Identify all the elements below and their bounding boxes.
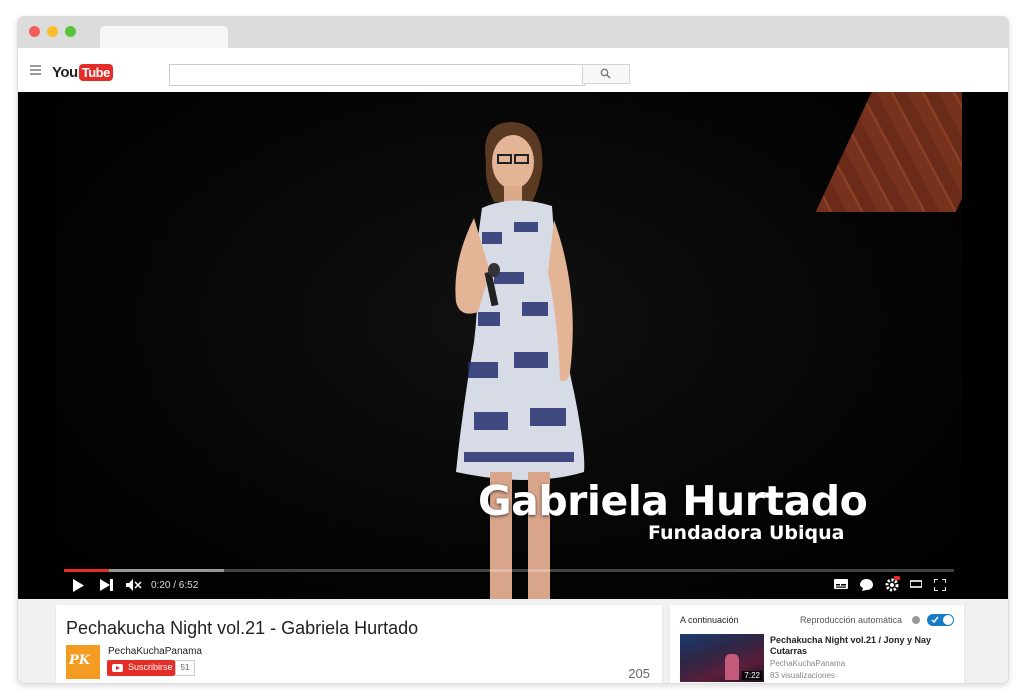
search-icon (600, 68, 611, 79)
subscribe-label: Suscribirse (128, 662, 173, 672)
hamburger-menu-icon[interactable] (30, 65, 41, 77)
video-frame[interactable]: Gabriela Hurtado Fundadora Ubiqua (56, 92, 962, 599)
browser-titlebar (18, 17, 1008, 48)
brick-wall-background (815, 92, 962, 212)
video-duration-badge: 7:22 (742, 671, 762, 680)
annotations-icon[interactable] (860, 579, 873, 591)
autoplay-toggle[interactable] (927, 614, 954, 626)
theater-mode-icon[interactable] (910, 579, 922, 589)
next-icon[interactable] (100, 579, 114, 591)
youtube-play-icon (112, 664, 123, 672)
next-video-thumbnail[interactable]: 7:22 (680, 634, 764, 682)
check-icon (931, 616, 939, 624)
next-video-channel: PechaKuchaPanama (770, 659, 846, 668)
channel-avatar[interactable]: PK (66, 645, 100, 679)
autoplay-label: Reproducción automática (800, 615, 903, 625)
minimize-window-button[interactable] (47, 26, 58, 37)
search-button[interactable] (582, 64, 630, 84)
youtube-header: You Tube (18, 48, 1008, 93)
view-count: 205 (628, 666, 650, 681)
fullscreen-icon[interactable] (934, 579, 946, 591)
thumbnail-figure (725, 654, 739, 680)
video-player[interactable]: Gabriela Hurtado Fundadora Ubiqua 0:20 /… (18, 92, 1008, 599)
close-window-button[interactable] (29, 26, 40, 37)
subscribe-button[interactable]: Suscribirse (107, 660, 175, 676)
lower-third-name: Gabriela Hurtado (478, 477, 868, 525)
play-icon[interactable] (72, 579, 84, 592)
info-icon[interactable] (912, 616, 920, 624)
progress-played (64, 569, 109, 572)
video-title: Pechakucha Night vol.21 - Gabriela Hurta… (66, 618, 419, 638)
browser-tab[interactable] (100, 26, 228, 48)
next-video-views: 83 visualizaciones (770, 671, 835, 680)
video-info-panel: Pechakucha Night vol.21 - Gabriela Hurta… (56, 605, 662, 683)
maximize-window-button[interactable] (65, 26, 76, 37)
lower-third-role: Fundadora Ubiqua (648, 522, 845, 544)
player-controls: 0:20 / 6:52 (64, 576, 954, 598)
captions-icon[interactable] (834, 579, 848, 589)
channel-avatar-text: PK (69, 653, 91, 668)
progress-bar[interactable] (64, 569, 954, 572)
logo-tube-text: Tube (78, 63, 113, 81)
settings-gear-icon[interactable] (884, 576, 900, 592)
speaker-figure (434, 122, 594, 599)
toggle-knob (943, 615, 953, 625)
browser-window: You Tube Gabriela Hurtado Fundadora Ubiq… (18, 17, 1008, 683)
next-video-title[interactable]: Pechakucha Night vol.21 / Jony y Nay Cut… (770, 635, 950, 657)
logo-you-text: You (52, 63, 78, 81)
youtube-logo[interactable]: You Tube (52, 62, 113, 82)
mute-icon[interactable] (126, 579, 142, 591)
subscriber-count: 51 (175, 660, 195, 676)
up-next-sidebar: A continuación Reproducción automática 7… (670, 605, 964, 683)
time-display: 0:20 / 6:52 (151, 580, 199, 591)
search-input[interactable] (169, 64, 585, 86)
channel-name-link[interactable]: PechaKuchaPanama (108, 646, 202, 657)
up-next-label: A continuación (680, 615, 739, 625)
